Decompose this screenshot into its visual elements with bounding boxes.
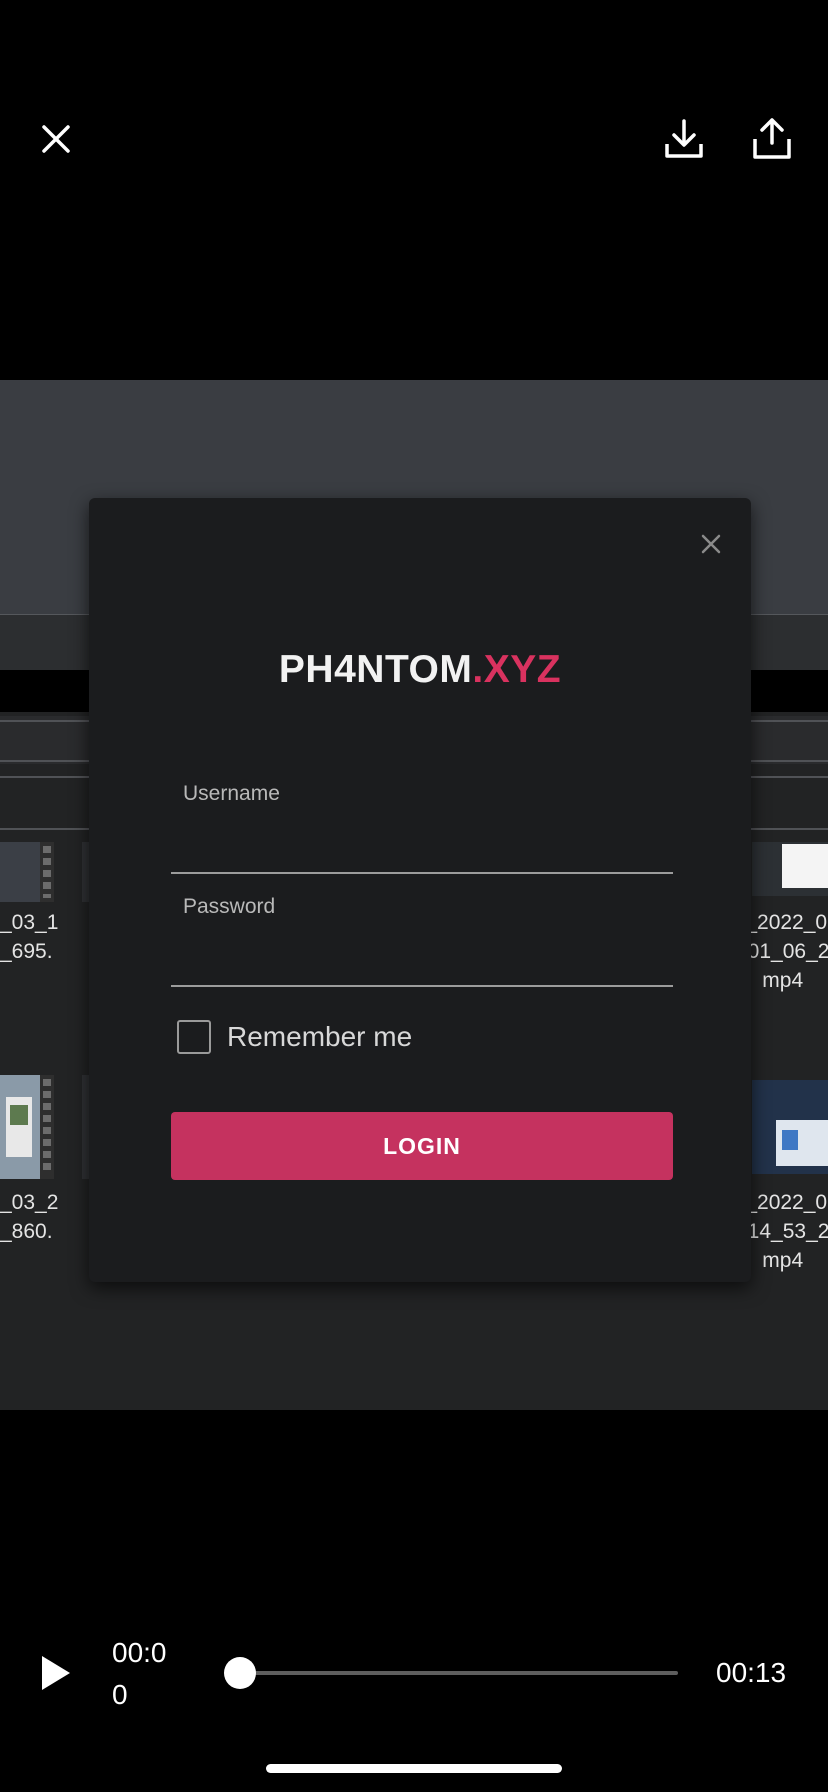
username-label: Username: [183, 782, 280, 805]
video-thumbnail: [0, 1075, 54, 1179]
progress-knob[interactable]: [224, 1657, 256, 1689]
play-button[interactable]: [24, 1641, 88, 1705]
remember-me-checkbox[interactable]: [177, 1020, 211, 1054]
download-button[interactable]: [652, 107, 716, 171]
file-name: _03_1 _695.: [0, 911, 59, 963]
download-icon: [665, 119, 703, 158]
current-time: 00:0 0: [112, 1637, 167, 1710]
username-field: Username: [171, 782, 673, 874]
file-name: _03_2 _860.: [0, 1191, 59, 1243]
close-button[interactable]: [24, 107, 88, 171]
play-icon: [42, 1656, 70, 1690]
share-icon: [753, 118, 791, 159]
progress-track[interactable]: [236, 1671, 678, 1675]
username-input[interactable]: [171, 824, 673, 874]
dialog-close-button[interactable]: [691, 524, 731, 564]
brand-logo: PH4NTOM.XYZ: [89, 648, 751, 692]
remember-me-option[interactable]: Remember me: [177, 1020, 412, 1054]
password-input[interactable]: [171, 937, 673, 987]
remember-me-label: Remember me: [227, 1021, 413, 1052]
password-label: Password: [183, 895, 276, 918]
close-icon: [701, 534, 721, 554]
brand-name: PH4NTOM: [278, 648, 473, 691]
login-dialog: PH4NTOM.XYZ Username Password Remember m…: [89, 498, 751, 1282]
brand-domain: .XYZ: [472, 648, 562, 691]
login-button[interactable]: LOGIN: [171, 1112, 673, 1180]
video-thumbnail: [752, 842, 828, 896]
home-indicator[interactable]: [266, 1764, 562, 1773]
video-thumbnail: [752, 1080, 828, 1174]
video-thumbnail: [0, 842, 54, 902]
close-icon: [42, 125, 70, 153]
password-field: Password: [171, 895, 673, 987]
share-button[interactable]: [740, 107, 804, 171]
duration-time: 00:13: [716, 1657, 787, 1688]
